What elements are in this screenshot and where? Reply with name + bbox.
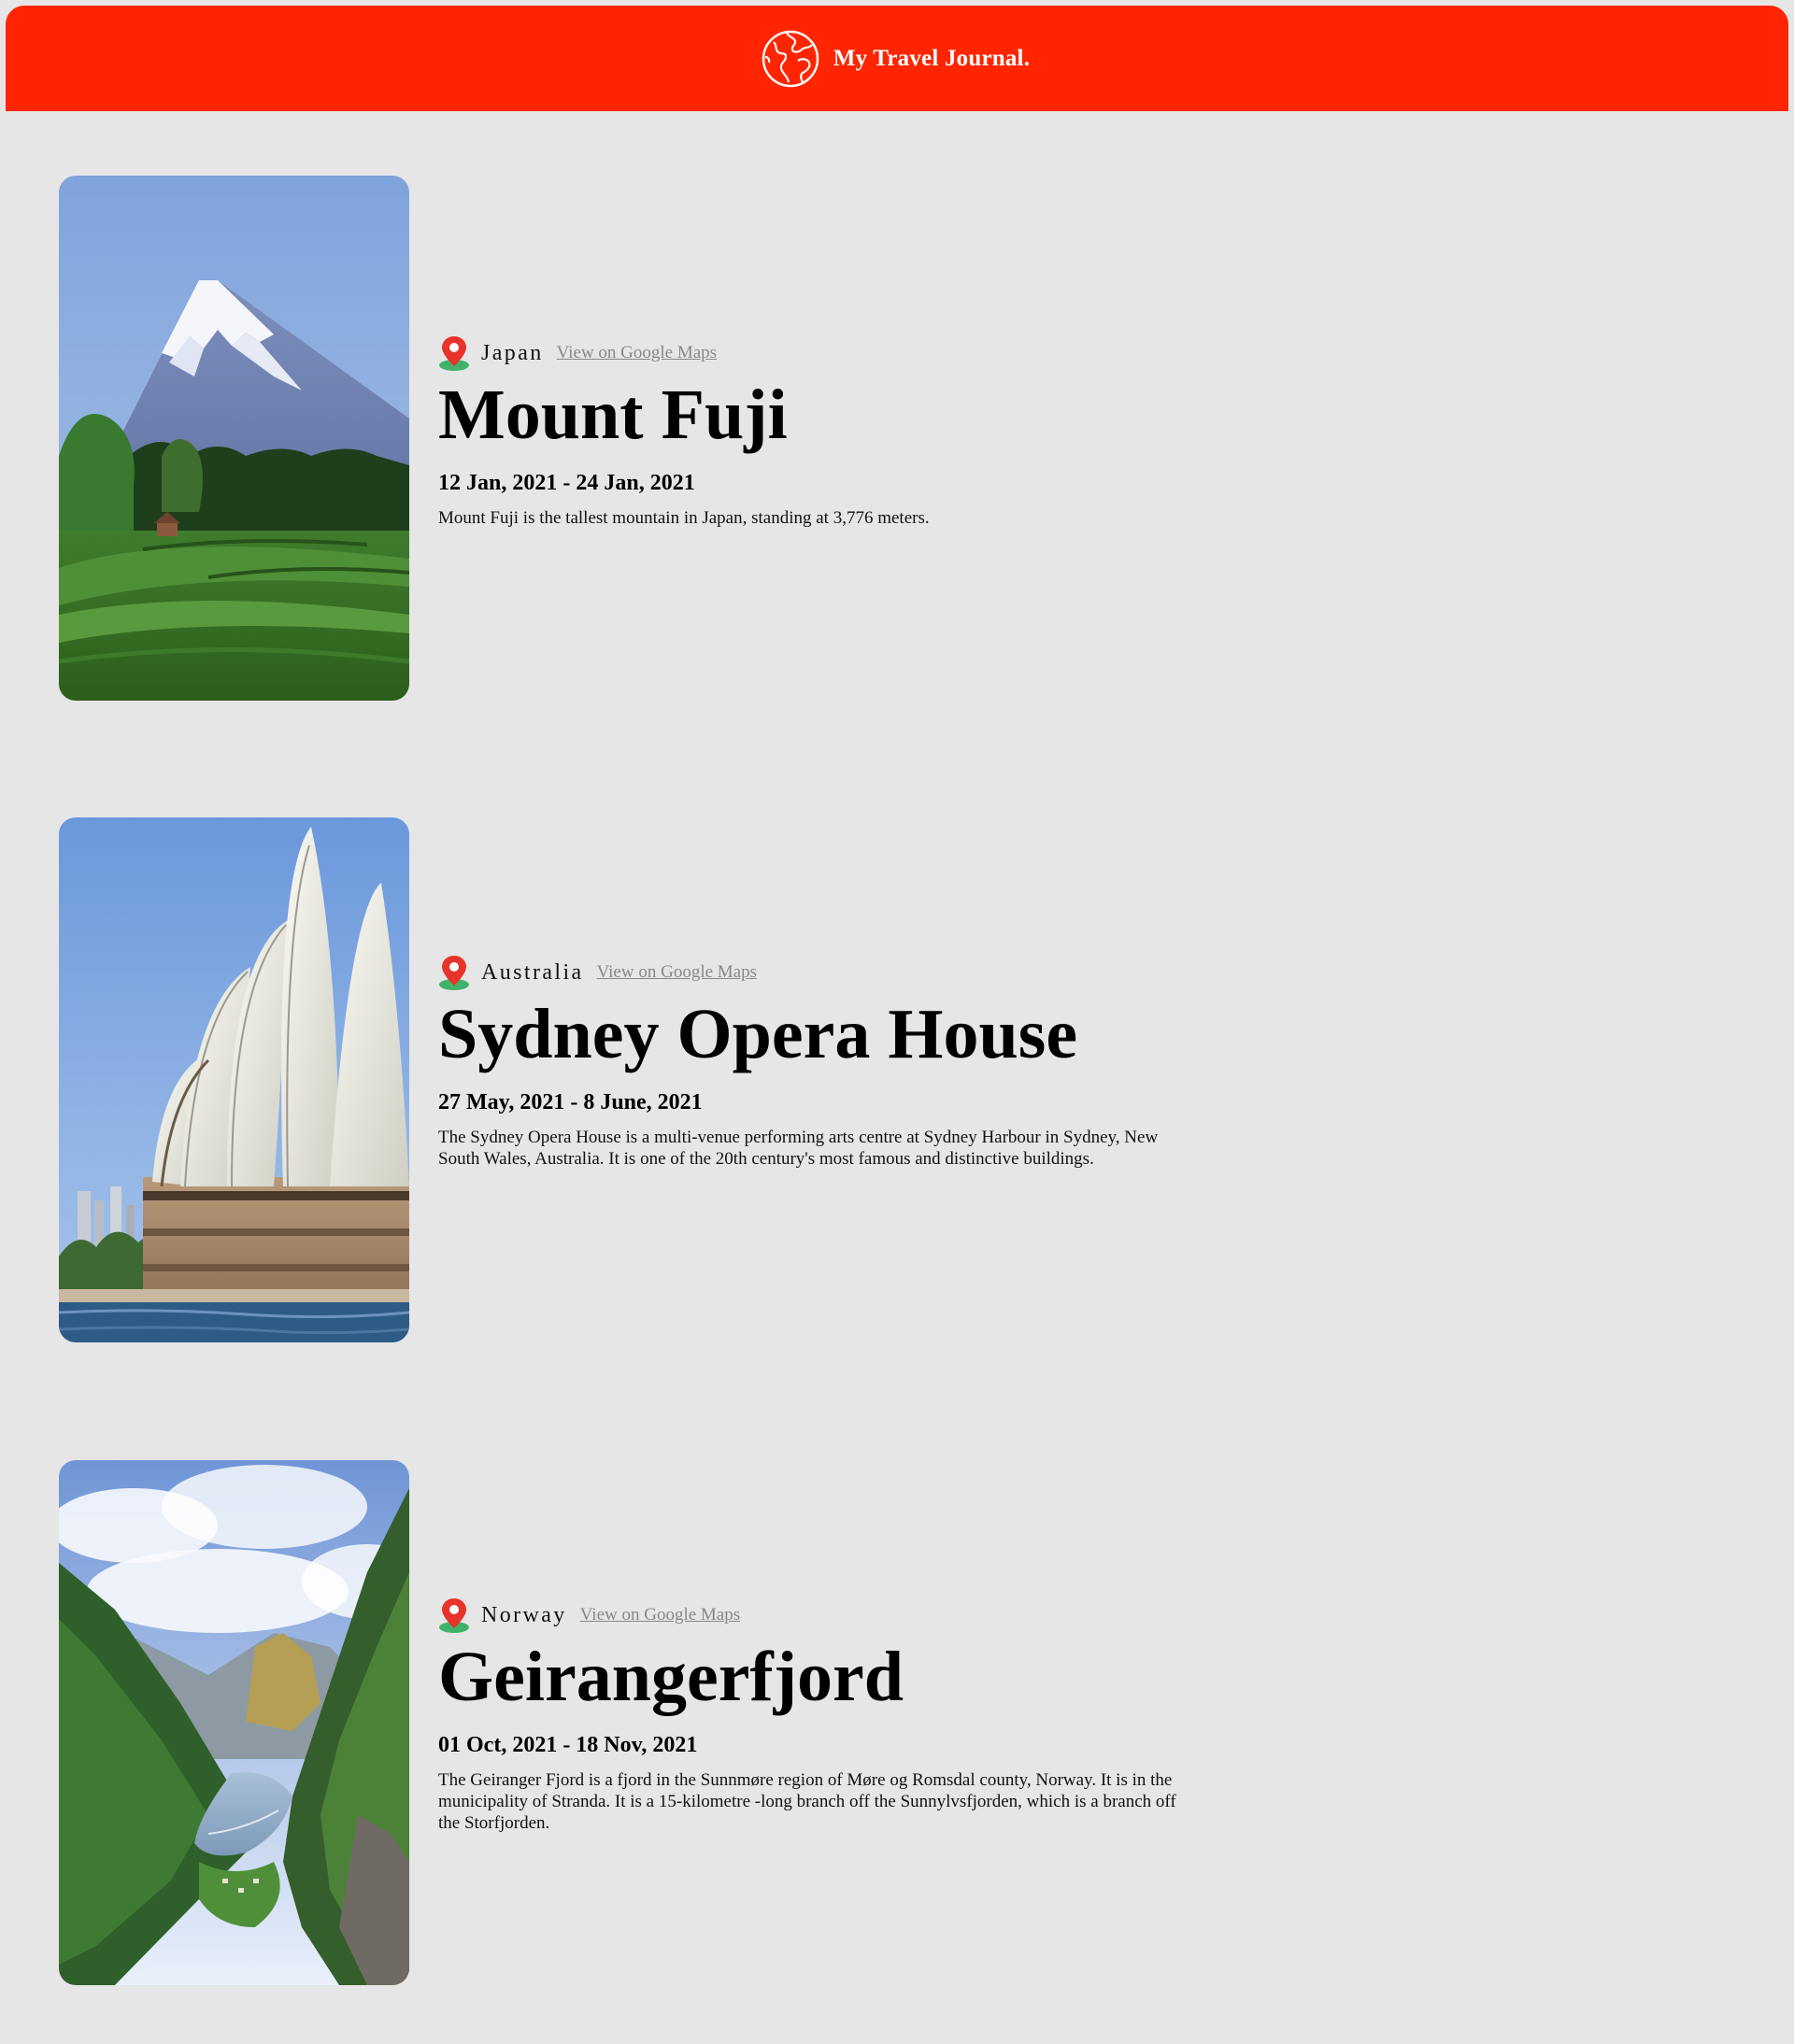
place-description: The Geiranger Fjord is a fjord in the Su… (438, 1770, 1176, 1833)
place-title: Mount Fuji (438, 376, 788, 454)
google-maps-link[interactable]: View on Google Maps (580, 1605, 740, 1625)
country-label: Japan (481, 340, 544, 365)
sydney-opera-house-photo (59, 817, 409, 1342)
location-pin-icon (439, 956, 469, 990)
country-label: Norway (481, 1602, 567, 1627)
trip-dates: 01 Oct, 2021 - 18 Nov, 2021 (438, 1733, 698, 1757)
country-label: Australia (481, 959, 584, 985)
journal-entry: Norway View on Google Maps Geirangerfjor… (59, 1460, 1180, 1985)
trip-dates: 12 Jan, 2021 - 24 Jan, 2021 (438, 471, 695, 495)
location-row: Norway View on Google Maps (438, 1597, 1186, 1634)
header-brand: My Travel Journal. (761, 29, 1030, 89)
trip-dates: 27 May, 2021 - 8 June, 2021 (438, 1090, 703, 1114)
location-pin-icon (439, 336, 469, 371)
geirangerfjord-photo (59, 1460, 409, 1985)
mount-fuji-photo (59, 176, 409, 701)
app-header: My Travel Journal. (6, 6, 1788, 111)
place-title: Geirangerfjord (438, 1638, 904, 1716)
entry-details: Japan View on Google Maps Mount Fuji 12 … (438, 334, 1186, 529)
journal-entry: Japan View on Google Maps Mount Fuji 12 … (59, 176, 1180, 701)
place-description: Mount Fuji is the tallest mountain in Ja… (438, 508, 930, 528)
place-title: Sydney Opera House (438, 995, 1078, 1073)
location-row: Japan View on Google Maps (438, 334, 1186, 372)
location-row: Australia View on Google Maps (438, 954, 1186, 991)
google-maps-link[interactable]: View on Google Maps (597, 962, 757, 983)
app-title: My Travel Journal. (833, 45, 1031, 71)
entry-details: Norway View on Google Maps Geirangerfjor… (438, 1597, 1186, 1834)
place-description: The Sydney Opera House is a multi-venue … (438, 1128, 1159, 1169)
location-pin-icon (439, 1598, 469, 1633)
globe-icon (762, 30, 819, 87)
google-maps-link[interactable]: View on Google Maps (557, 343, 717, 363)
entry-details: Australia View on Google Maps Sydney Ope… (438, 954, 1186, 1170)
journal-entry: Australia View on Google Maps Sydney Ope… (59, 817, 1180, 1342)
